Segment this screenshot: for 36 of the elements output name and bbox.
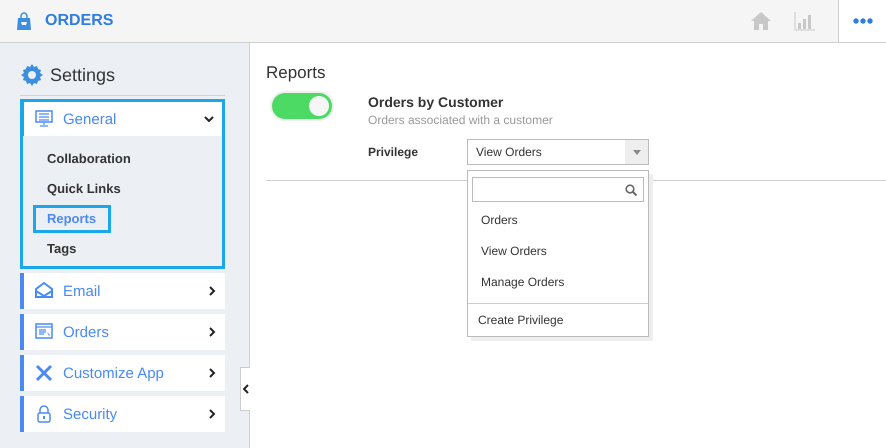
report-name: Orders by Customer (368, 94, 504, 110)
section-title: Reports (266, 63, 327, 83)
caret-icon (632, 150, 640, 154)
toggle-switch[interactable] (272, 93, 332, 119)
monitor-icon (35, 110, 53, 128)
wrench-screwdriver-icon (35, 364, 53, 382)
chevron-right-icon (207, 409, 217, 419)
chevron-down-icon (204, 114, 214, 124)
chevron-right-icon (207, 368, 217, 378)
chevron-right-icon (207, 327, 217, 337)
search-icon (625, 184, 637, 196)
bar-chart-icon[interactable] (794, 11, 816, 31)
privilege-dropdown[interactable]: View Orders (467, 139, 649, 165)
collapse-handle[interactable] (240, 367, 250, 411)
padlock-icon (35, 405, 53, 423)
gear-icon (20, 63, 44, 87)
chevron-right-icon (207, 286, 217, 296)
submenu-item[interactable]: Quick Links (33, 175, 136, 203)
more-icon (852, 18, 872, 24)
app-title: ORDERS (45, 12, 114, 30)
create-privilege-link[interactable]: Create Privilege (468, 304, 648, 336)
dropdown-option[interactable]: Manage Orders (468, 267, 648, 298)
submenu-item[interactable]: Tags (33, 235, 92, 263)
submenu-item[interactable]: Collaboration (33, 145, 146, 173)
field-label: Privilege (368, 145, 420, 159)
search-field[interactable] (472, 177, 644, 202)
home-icon[interactable] (750, 11, 772, 31)
chevron-left-icon (242, 384, 248, 394)
window-icon (35, 323, 53, 341)
more-button[interactable] (838, 0, 886, 42)
shopping-bag-icon (17, 12, 31, 30)
dropdown-option[interactable]: Orders (468, 205, 648, 236)
report-description: Orders associated with a customer (368, 113, 554, 127)
envelope-icon (35, 282, 53, 300)
dropdown-option[interactable]: View Orders (468, 236, 648, 267)
settings-title: Settings (50, 64, 116, 86)
